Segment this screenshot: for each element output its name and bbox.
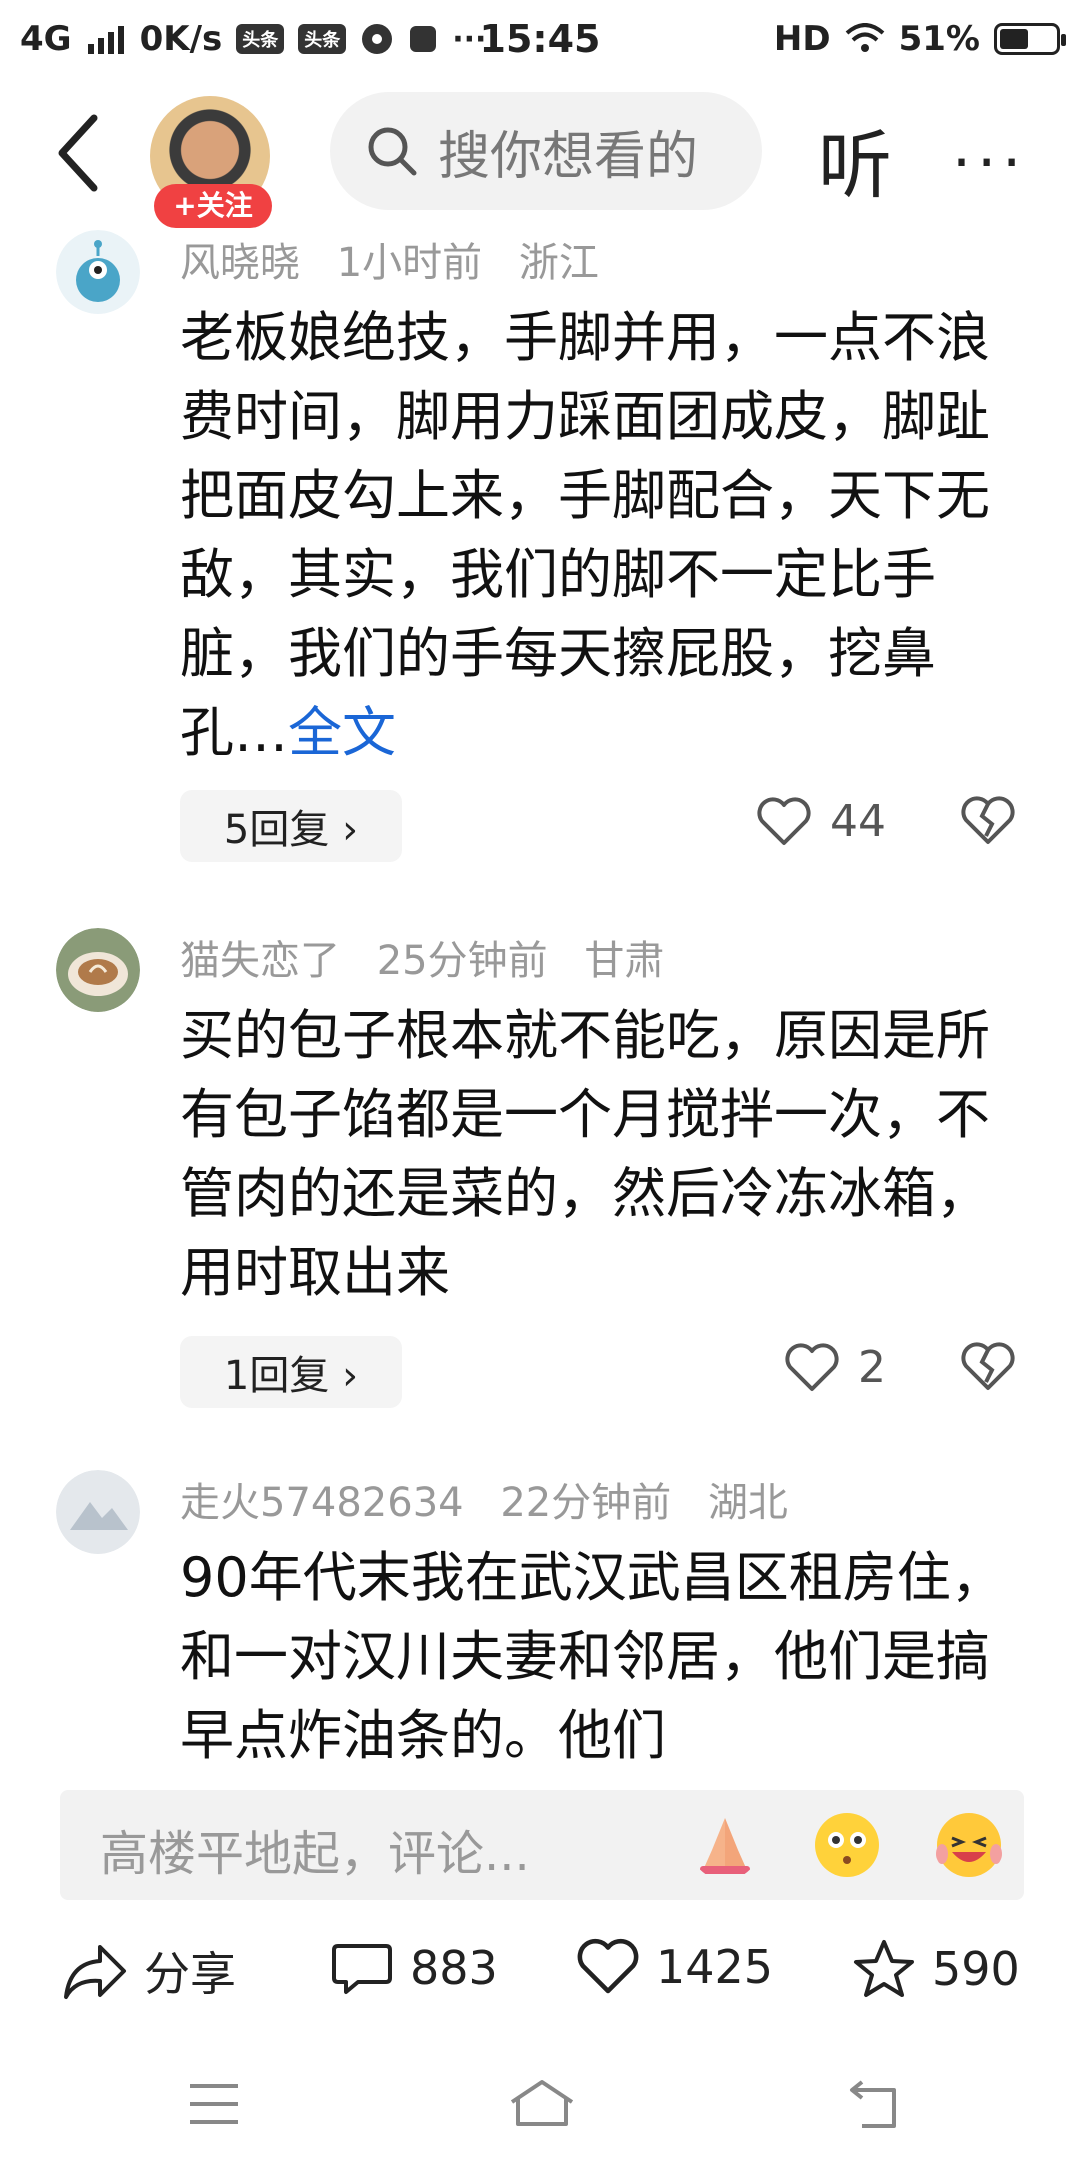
system-nav-bar: [0, 2060, 1080, 2160]
clock: 15:45: [479, 17, 601, 61]
star-icon: [854, 1940, 914, 1997]
surprised-emoji-icon[interactable]: [812, 1810, 882, 1880]
comment-location: 甘肃: [584, 938, 665, 984]
comment-list: 风晓晓 1小时前 浙江 老板娘绝技，手脚并用，一点不浪费时间，脚用力踩面团成皮，…: [0, 228, 1080, 1778]
home-icon[interactable]: [506, 2078, 578, 2130]
network-type: 4G: [20, 19, 72, 59]
header: +关注 搜你想看的 听 ···: [0, 78, 1080, 228]
comment-meta: 风晓晓 1小时前 浙江: [180, 230, 623, 288]
heart-icon: [577, 1938, 639, 1994]
comment-meta: 猫失恋了 25分钟前 甘肃: [180, 928, 688, 986]
comment-time: 25分钟前: [376, 938, 548, 984]
broken-heart-icon[interactable]: [960, 796, 1016, 846]
avatar[interactable]: [56, 230, 140, 314]
app-badge: 头条: [298, 24, 347, 54]
like-article-button[interactable]: 1425: [576, 1938, 773, 1996]
laughing-emoji-icon[interactable]: [934, 1810, 1004, 1880]
search-input[interactable]: 搜你想看的: [330, 92, 762, 210]
comment-text: 买的包子根本就不能吃，原因是所有包子馅都是一个月搅拌一次，不管肉的还是菜的，然后…: [180, 1004, 990, 1304]
app-badge: 头条: [236, 24, 285, 54]
likes-count: 1425: [656, 1940, 774, 1994]
status-left: 4G 0K/s 头条 头条 ···: [20, 19, 486, 59]
favorites-count: 590: [932, 1942, 1020, 1996]
broken-heart-icon[interactable]: [960, 1342, 1016, 1392]
heart-icon: [785, 1342, 839, 1391]
avatar[interactable]: [56, 928, 140, 1012]
listen-button[interactable]: 听: [818, 106, 892, 213]
author-avatar-group[interactable]: +关注: [150, 96, 280, 228]
like-count: 2: [858, 1342, 886, 1393]
comment-username[interactable]: 走火57482634: [180, 1480, 464, 1526]
follow-button[interactable]: +关注: [154, 184, 272, 228]
signal-icon: [87, 26, 124, 54]
comment-meta: 走火57482634 22分钟前 湖北: [180, 1470, 812, 1528]
comments-count: 883: [410, 1941, 498, 1995]
share-icon: [64, 1945, 126, 1999]
replies-button[interactable]: 1回复 ›: [180, 1336, 402, 1408]
praying-hands-emoji-icon[interactable]: [690, 1810, 760, 1880]
status-right: HD 51%: [773, 19, 1066, 59]
battery-icon: [994, 23, 1066, 55]
comment-bubble-icon: [332, 1944, 392, 1994]
comment-content: 老板娘绝技，手脚并用，一点不浪费时间，脚用力踩面团成皮，脚趾把面皮勾上来，手脚配…: [180, 306, 990, 764]
heart-icon: [757, 796, 811, 845]
comment-text: 老板娘绝技，手脚并用，一点不浪费时间，脚用力踩面团成皮，脚趾把面皮勾上来，手脚配…: [180, 298, 1020, 772]
favorite-button[interactable]: 590: [852, 1938, 1020, 2000]
menu-icon[interactable]: [186, 2078, 242, 2130]
like-button[interactable]: 2: [784, 1342, 886, 1393]
comment-time: 22分钟前: [500, 1480, 672, 1526]
comment-username[interactable]: 猫失恋了: [180, 938, 340, 984]
replies-button[interactable]: 5回复 ›: [180, 790, 402, 862]
back-nav-icon[interactable]: [846, 2078, 902, 2130]
share-button[interactable]: 分享: [62, 1938, 236, 2004]
action-bar: 分享 883 1425 590: [0, 1920, 1080, 2030]
comment-text: 90年代末我在武汉武昌区租房住，和一对汉川夫妻和邻居，他们是搞早点炸油条的。他们: [180, 1546, 1005, 1767]
comment-username[interactable]: 风晓晓: [180, 240, 300, 286]
search-icon: [368, 127, 417, 176]
wifi-icon: [845, 23, 884, 52]
app-square-icon: [410, 26, 437, 52]
comment-placeholder: 高楼平地起，评论...: [100, 1826, 530, 1882]
network-speed: 0K/s: [139, 19, 223, 59]
back-icon[interactable]: [50, 108, 110, 198]
pinwheel-icon: [362, 24, 393, 54]
comment-location: 湖北: [707, 1480, 788, 1526]
full-text-link[interactable]: 全文: [288, 701, 396, 764]
like-button[interactable]: 44: [756, 796, 886, 847]
share-label: 分享: [144, 1947, 236, 2001]
status-bar: 4G 0K/s 头条 头条 ··· 15:45 HD 51%: [0, 0, 1080, 78]
more-menu-button[interactable]: ···: [952, 128, 1027, 198]
battery-fill: [1000, 29, 1028, 49]
battery-percent: 51%: [898, 19, 980, 59]
search-placeholder: 搜你想看的: [438, 126, 699, 187]
comments-button[interactable]: 883: [330, 1938, 498, 1998]
like-count: 44: [830, 796, 886, 847]
comment-location: 浙江: [518, 240, 599, 286]
comment-input[interactable]: 高楼平地起，评论...: [60, 1790, 1024, 1900]
avatar[interactable]: [56, 1470, 140, 1554]
hd-indicator: HD: [773, 19, 831, 59]
comment-time: 1小时前: [336, 240, 483, 286]
